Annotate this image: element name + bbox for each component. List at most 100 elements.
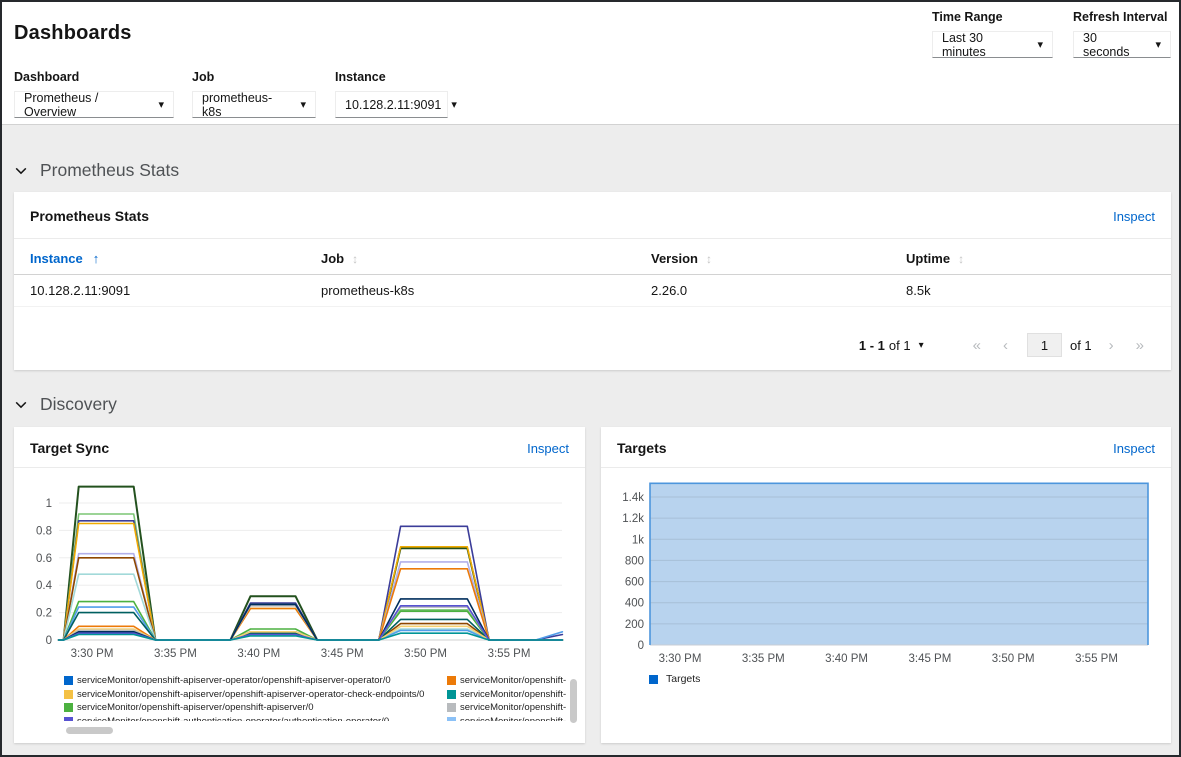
- instance-select[interactable]: 10.128.2.11:9091 ▾: [335, 91, 448, 118]
- pagination: 1 - 1 of 1 ▾ « ‹ of 1 › »: [859, 333, 1155, 357]
- inspect-link[interactable]: Inspect: [527, 441, 569, 456]
- dashboard-control: Dashboard Prometheus / Overview ▾: [14, 70, 174, 118]
- svg-text:3:55 PM: 3:55 PM: [488, 648, 531, 660]
- instance-control: Instance 10.128.2.11:9091 ▾: [335, 70, 448, 118]
- legend-swatch: [64, 717, 73, 721]
- job-select[interactable]: prometheus-k8s ▾: [192, 91, 316, 118]
- chevron-down-icon: [14, 398, 28, 412]
- target-sync-legend: serviceMonitor/openshift-apiserver-opera…: [64, 674, 569, 721]
- svg-text:3:40 PM: 3:40 PM: [825, 653, 868, 665]
- svg-text:0.8: 0.8: [36, 525, 52, 537]
- prometheus-stats-card: Prometheus Stats Inspect Instance↑ Job↕ …: [14, 192, 1171, 370]
- sort-ascending-icon: ↑: [93, 251, 100, 266]
- sort-icon: ↕: [706, 252, 712, 266]
- svg-text:3:30 PM: 3:30 PM: [659, 653, 702, 665]
- column-header-instance[interactable]: Instance↑: [14, 239, 321, 275]
- caret-down-icon: ▾: [300, 98, 306, 111]
- first-page-button[interactable]: «: [962, 337, 992, 354]
- section-toggle-discovery[interactable]: Discovery: [14, 394, 117, 415]
- legend-item: serviceMonitor/openshift-: [447, 674, 569, 688]
- svg-text:400: 400: [625, 598, 644, 610]
- time-range-control: Time Range Last 30 minutes ▾: [932, 10, 1053, 58]
- svg-text:200: 200: [625, 619, 644, 631]
- svg-text:3:55 PM: 3:55 PM: [1075, 653, 1118, 665]
- legend-swatch: [64, 690, 73, 699]
- svg-text:3:30 PM: 3:30 PM: [71, 648, 114, 660]
- cell-uptime: 8.5k: [906, 275, 1171, 307]
- dashboard-value: Prometheus / Overview: [24, 91, 148, 119]
- previous-page-button[interactable]: ‹: [992, 337, 1019, 354]
- inspect-link[interactable]: Inspect: [1113, 441, 1155, 456]
- legend-item: serviceMonitor/openshift-apiserver/opens…: [64, 701, 447, 715]
- legend-item: serviceMonitor/openshift-: [447, 701, 569, 715]
- card-title: Targets: [617, 440, 667, 456]
- card-header: Prometheus Stats Inspect: [14, 192, 1171, 239]
- card-header: Target Sync Inspect: [14, 427, 585, 468]
- svg-text:3:35 PM: 3:35 PM: [154, 648, 197, 660]
- caret-down-icon: ▾: [451, 98, 457, 111]
- svg-text:800: 800: [625, 555, 644, 567]
- time-range-label: Time Range: [932, 10, 1053, 24]
- dashboard-label: Dashboard: [14, 70, 174, 84]
- svg-text:3:50 PM: 3:50 PM: [992, 653, 1035, 665]
- inspect-link[interactable]: Inspect: [1113, 209, 1155, 224]
- page-header: Dashboards Time Range Last 30 minutes ▾ …: [2, 2, 1179, 125]
- caret-down-icon: ▾: [158, 98, 164, 111]
- svg-text:1k: 1k: [632, 534, 644, 546]
- targets-card: Targets Inspect 02004006008001k1.2k1.4k3…: [601, 427, 1171, 743]
- instance-label: Instance: [335, 70, 448, 84]
- svg-text:1: 1: [46, 498, 52, 510]
- legend-item: serviceMonitor/openshift-: [447, 688, 569, 702]
- legend-item: serviceMonitor/openshift-apiserver-opera…: [64, 674, 447, 688]
- dashboards-page: Dashboards Time Range Last 30 minutes ▾ …: [0, 0, 1181, 757]
- svg-text:0.6: 0.6: [36, 553, 52, 565]
- legend-swatch: [649, 675, 658, 684]
- refresh-interval-label: Refresh Interval: [1073, 10, 1171, 24]
- column-header-version[interactable]: Version↕: [651, 239, 906, 275]
- sort-icon: ↕: [958, 252, 964, 266]
- svg-text:600: 600: [625, 577, 644, 589]
- target-sync-chart: 00.20.40.60.813:30 PM3:35 PM3:40 PM3:45 …: [14, 473, 585, 680]
- caret-down-icon: ▾: [1155, 38, 1161, 51]
- svg-text:0: 0: [46, 635, 52, 647]
- section-toggle-prometheus-stats[interactable]: Prometheus Stats: [14, 160, 179, 181]
- pagination-nav: « ‹ of 1 › »: [962, 333, 1155, 357]
- time-range-select[interactable]: Last 30 minutes ▾: [932, 31, 1053, 58]
- per-page-menu[interactable]: 1 - 1 of 1 ▾: [859, 338, 924, 353]
- last-page-button[interactable]: »: [1125, 337, 1155, 354]
- card-header: Targets Inspect: [601, 427, 1171, 468]
- legend-swatch: [64, 676, 73, 685]
- svg-text:3:50 PM: 3:50 PM: [404, 648, 447, 660]
- cell-instance: 10.128.2.11:9091: [14, 275, 321, 307]
- instance-value: 10.128.2.11:9091: [345, 98, 441, 112]
- job-value: prometheus-k8s: [202, 91, 290, 119]
- legend-horizontal-scrollbar[interactable]: [66, 727, 113, 734]
- column-header-job[interactable]: Job↕: [321, 239, 651, 275]
- next-page-button[interactable]: ›: [1098, 337, 1125, 354]
- svg-text:3:45 PM: 3:45 PM: [321, 648, 364, 660]
- targets-plot: 02004006008001k1.2k1.4k3:30 PM3:35 PM3:4…: [601, 473, 1171, 675]
- column-header-uptime[interactable]: Uptime↕: [906, 239, 1171, 275]
- caret-down-icon: ▾: [1037, 38, 1043, 51]
- target-sync-card: Target Sync Inspect 00.20.40.60.813:30 P…: [14, 427, 585, 743]
- time-range-value: Last 30 minutes: [942, 31, 1027, 59]
- job-label: Job: [192, 70, 316, 84]
- page-count-label: of 1: [1070, 338, 1092, 353]
- table-row: 10.128.2.11:9091 prometheus-k8s 2.26.0 8…: [14, 275, 1171, 307]
- cell-version: 2.26.0: [651, 275, 906, 307]
- targets-chart: 02004006008001k1.2k1.4k3:30 PM3:35 PM3:4…: [601, 473, 1171, 680]
- legend-swatch: [64, 703, 73, 712]
- card-title: Prometheus Stats: [30, 208, 149, 224]
- refresh-interval-select[interactable]: 30 seconds ▾: [1073, 31, 1171, 58]
- svg-text:3:40 PM: 3:40 PM: [237, 648, 280, 660]
- legend-vertical-scrollbar[interactable]: [570, 679, 577, 723]
- current-page-input[interactable]: [1027, 333, 1062, 357]
- dashboard-select[interactable]: Prometheus / Overview ▾: [14, 91, 174, 118]
- section-title: Prometheus Stats: [40, 160, 179, 181]
- legend-swatch: [447, 690, 456, 699]
- svg-text:1.2k: 1.2k: [622, 513, 644, 525]
- card-title: Target Sync: [30, 440, 109, 456]
- refresh-interval-control: Refresh Interval 30 seconds ▾: [1073, 10, 1171, 58]
- legend-swatch: [447, 717, 456, 721]
- legend-label: Targets: [666, 673, 700, 685]
